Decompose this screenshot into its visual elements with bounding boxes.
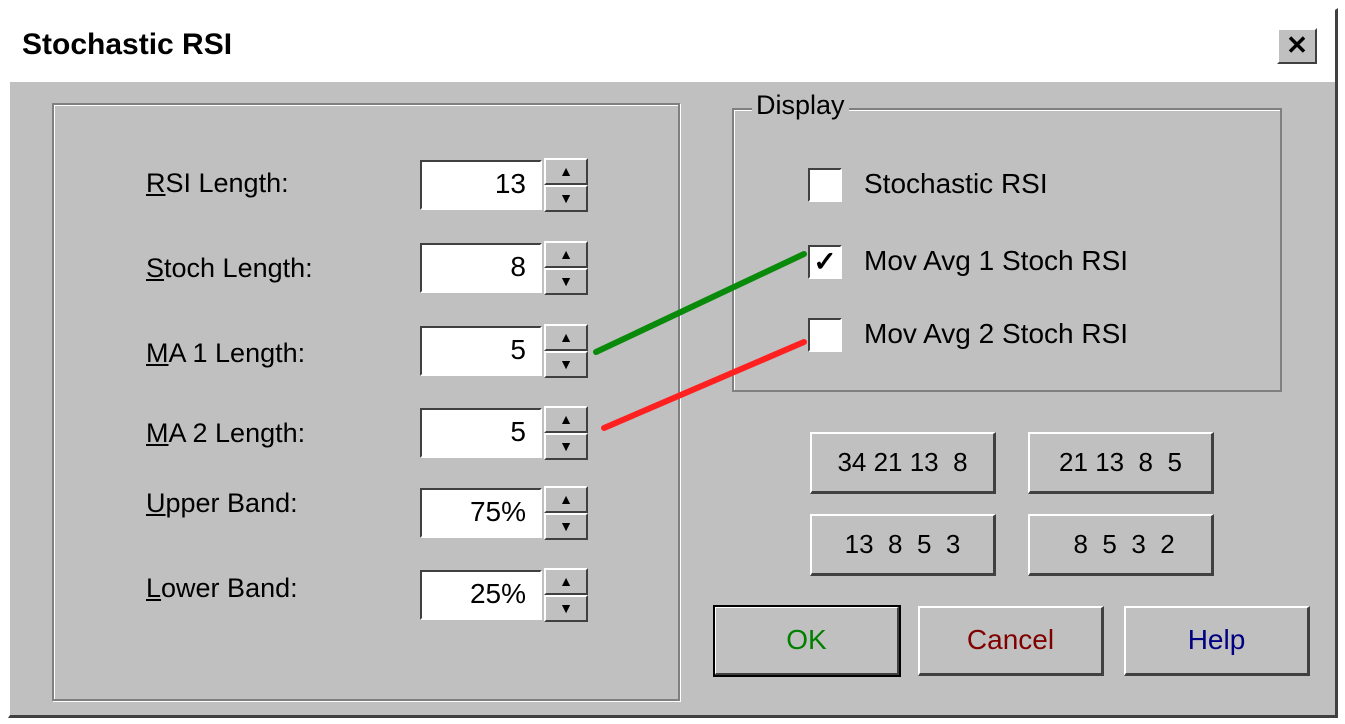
annotation-lines: [593, 251, 807, 431]
ma2-link-line: [601, 339, 807, 431]
ma1-link-line: [593, 251, 807, 355]
